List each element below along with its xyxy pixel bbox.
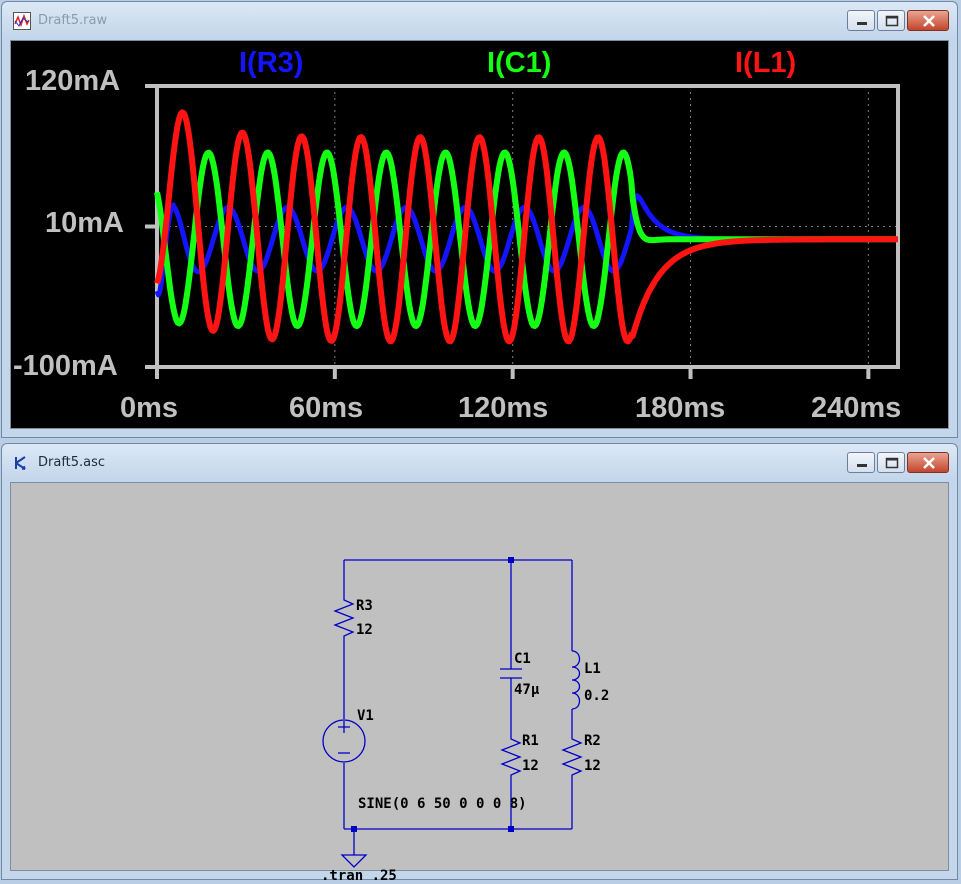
r1-value-label[interactable]: 12 <box>522 758 539 774</box>
maximize-button[interactable] <box>877 10 905 31</box>
window-title: Draft5.asc <box>38 455 106 470</box>
close-icon <box>923 15 935 27</box>
y-tick-label: 10mA <box>45 207 124 239</box>
x-tick-label: 60ms <box>289 392 364 424</box>
minimize-button[interactable] <box>847 452 875 473</box>
v1-value-label[interactable]: SINE(0 6 50 0 0 0 8) <box>358 796 527 812</box>
y-tick-label: 120mA <box>25 65 121 97</box>
r2-value-label[interactable]: 12 <box>584 758 601 774</box>
minimize-icon <box>857 464 867 467</box>
c1-name-label[interactable]: C1 <box>514 651 531 667</box>
maximize-icon <box>885 457 899 469</box>
schematic-canvas[interactable]: R3 12 C1 47µ L1 0.2 R1 12 R2 12 V1 SINE(… <box>10 482 950 884</box>
maximize-icon <box>885 15 899 27</box>
schematic-editor-icon <box>15 456 26 470</box>
close-button[interactable] <box>907 10 949 31</box>
l1-inductor-icon <box>571 650 581 710</box>
c1-value-label[interactable]: 47µ <box>514 682 539 698</box>
r1-resistor-icon <box>500 733 522 781</box>
schematic-window[interactable]: Draft5.asc R3 12 C1 47µ L1 0.2 R1 12 R2 … <box>1 443 958 884</box>
trace-label-r3[interactable]: I(R3) <box>239 47 303 80</box>
trace-label-l1[interactable]: I(L1) <box>735 47 796 80</box>
x-tick-label: 0ms <box>120 392 179 424</box>
tran-directive[interactable]: .tran .25 <box>321 868 397 884</box>
x-tick-label: 240ms <box>811 392 902 424</box>
r3-value-label[interactable]: 12 <box>356 622 373 638</box>
schematic-drawing[interactable] <box>11 483 950 873</box>
l1-value-label[interactable]: 0.2 <box>584 688 609 704</box>
waveform-window[interactable]: Draft5.raw I(R3) I(C1) I(L1) 120mA 10mA … <box>1 1 958 438</box>
junction-dot <box>351 826 357 832</box>
junction-dot <box>508 557 514 563</box>
minimize-button[interactable] <box>847 10 875 31</box>
v1-voltage-source-icon <box>322 719 366 763</box>
trace-label-c1[interactable]: I(C1) <box>487 47 551 80</box>
l1-name-label[interactable]: L1 <box>584 661 601 677</box>
close-button[interactable] <box>907 452 949 473</box>
r1-name-label[interactable]: R1 <box>522 733 539 749</box>
waveform-plot[interactable] <box>11 41 950 431</box>
junction-dots <box>351 557 514 832</box>
waveform-titlebar[interactable]: Draft5.raw <box>2 2 957 40</box>
window-title: Draft5.raw <box>38 13 108 28</box>
r3-resistor-icon <box>333 595 355 643</box>
y-tick-label: -100mA <box>13 350 118 382</box>
minimize-icon <box>857 22 867 25</box>
c1-capacitor-icon <box>500 668 522 679</box>
waveform-plot-area[interactable]: I(R3) I(C1) I(L1) 120mA 10mA -100mA 0ms … <box>10 40 949 429</box>
x-tick-label: 180ms <box>635 392 726 424</box>
schematic-titlebar[interactable]: Draft5.asc <box>2 444 957 482</box>
waveform-viewer-icon <box>13 12 31 30</box>
r3-name-label[interactable]: R3 <box>356 598 373 614</box>
r2-name-label[interactable]: R2 <box>584 733 601 749</box>
close-icon <box>923 457 935 469</box>
r2-resistor-icon <box>561 733 583 781</box>
ground-icon <box>340 854 368 868</box>
junction-dot <box>508 826 514 832</box>
x-tick-label: 120ms <box>458 392 549 424</box>
maximize-button[interactable] <box>877 452 905 473</box>
v1-name-label[interactable]: V1 <box>357 708 374 724</box>
